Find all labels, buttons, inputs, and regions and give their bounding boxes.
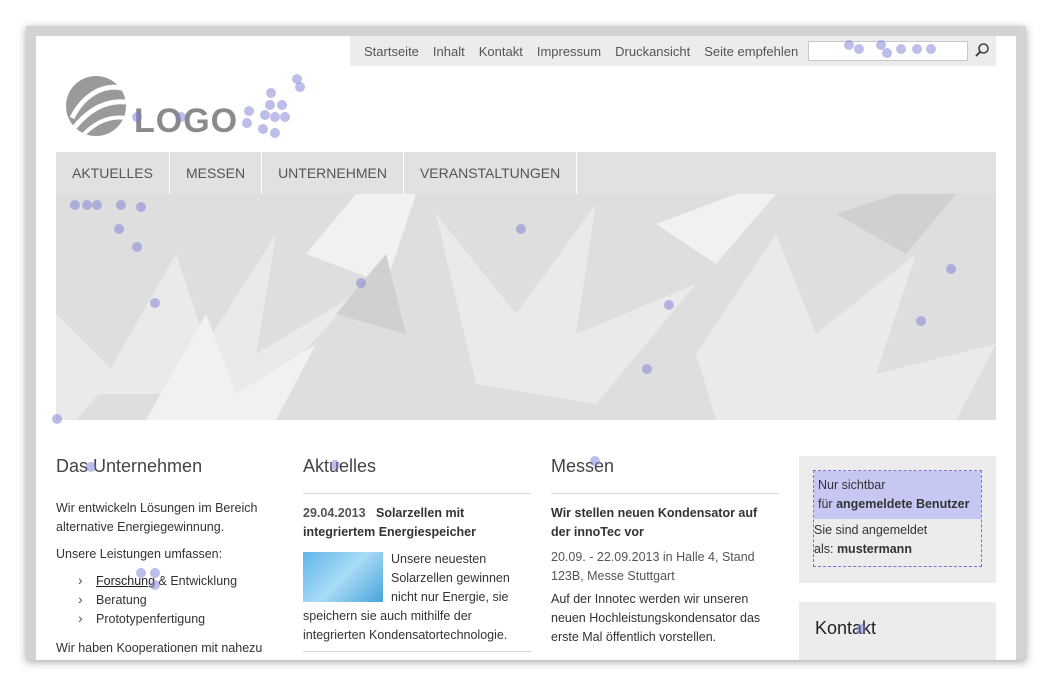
overlay-dot bbox=[856, 624, 866, 634]
forschung-link[interactable]: Forschung bbox=[96, 574, 155, 588]
divider bbox=[303, 651, 531, 652]
overlay-dot bbox=[844, 40, 854, 50]
list-item: Beratung bbox=[56, 590, 276, 610]
leaf-pattern-image bbox=[56, 194, 996, 420]
kontakt-heading: Kontakt bbox=[815, 618, 877, 638]
logo-leaf-icon bbox=[66, 76, 127, 136]
login-status: Sie sind angemeldet als: mustermann bbox=[814, 519, 981, 559]
restricted-box: Nur sichtbar für angemeldete Benutzer Si… bbox=[799, 456, 996, 583]
restricted-line1: Nur sichtbar bbox=[818, 478, 886, 492]
meta-nav-inhalt[interactable]: Inhalt bbox=[433, 44, 465, 59]
username: mustermann bbox=[836, 542, 912, 556]
main-nav-messen[interactable]: MESSEN bbox=[170, 152, 263, 194]
divider bbox=[303, 493, 531, 494]
overlay-dot bbox=[136, 568, 146, 578]
overlay-dot bbox=[926, 44, 936, 54]
overlay-dot bbox=[150, 580, 160, 590]
meta-nav-seite-empfehlen[interactable]: Seite empfehlen bbox=[704, 44, 798, 59]
page: Startseite Inhalt Kontakt Impressum Druc… bbox=[36, 36, 1016, 660]
username-prefix: als: bbox=[814, 542, 837, 556]
main-nav-veranstaltungen[interactable]: VERANSTALTUNGEN bbox=[404, 152, 578, 194]
meta-nav-druckansicht[interactable]: Druckansicht bbox=[615, 44, 690, 59]
header-banner-image bbox=[56, 194, 996, 420]
login-line: Sie sind angemeldet bbox=[814, 523, 928, 537]
restricted-notice: Nur sichtbar für angemeldete Benutzer bbox=[814, 471, 981, 519]
overlay-dot bbox=[330, 460, 340, 470]
messen-column: Messen Wir stellen neuen Kondensator auf… bbox=[551, 456, 779, 647]
list-item-text: & Entwicklung bbox=[155, 574, 238, 588]
main-navigation: AKTUELLES MESSEN UNTERNEHMEN VERANSTALTU… bbox=[56, 152, 996, 194]
messen-title[interactable]: Wir stellen neuen Kondensator auf der in… bbox=[551, 504, 779, 542]
main-nav-unternehmen[interactable]: UNTERNEHMEN bbox=[262, 152, 404, 194]
list-item: Prototypenfertigung bbox=[56, 609, 276, 629]
leistungen-list: Forschung & Entwicklung Beratung Prototy… bbox=[56, 571, 276, 629]
overlay-dot bbox=[896, 44, 906, 54]
restricted-line2: für angemeldete Benutzer bbox=[818, 495, 977, 514]
overlay-dot bbox=[882, 48, 892, 58]
logo-text: LOGO bbox=[134, 102, 239, 140]
unternehmen-footer-text: Wir haben Kooperationen mit nahezu bbox=[56, 641, 263, 655]
unternehmen-column: Das Unternehmen Wir entwickeln Lösungen … bbox=[56, 456, 276, 658]
unternehmen-intro: Wir entwickeln Lösungen im Bereich alter… bbox=[56, 501, 258, 534]
divider bbox=[551, 493, 779, 494]
news-body: Unsere neuesten Solarzellen gewinnen nic… bbox=[303, 550, 531, 645]
overlay-dot bbox=[912, 44, 922, 54]
news-thumbnail[interactable] bbox=[303, 552, 383, 602]
leistungen-label: Unsere Leistungen umfassen: bbox=[56, 547, 223, 561]
messen-heading: Messen bbox=[551, 456, 615, 476]
kontakt-box: Kontakt bbox=[799, 602, 996, 660]
overlay-dot bbox=[854, 44, 864, 54]
restricted-bold: angemeldete Benutzer bbox=[836, 497, 970, 511]
overlay-dot bbox=[86, 462, 96, 472]
overlay-dot bbox=[590, 456, 600, 466]
main-nav-aktuelles[interactable]: AKTUELLES bbox=[56, 152, 170, 194]
aktuelles-column: Aktuelles 29.04.2013 Solarzellen mit int… bbox=[303, 456, 531, 660]
list-item: Forschung & Entwicklung bbox=[56, 571, 276, 591]
meta-nav-impressum[interactable]: Impressum bbox=[537, 44, 601, 59]
restricted-prefix: für bbox=[818, 497, 837, 511]
overlay-dot bbox=[52, 414, 62, 424]
meta-nav-kontakt[interactable]: Kontakt bbox=[479, 44, 523, 59]
username-line: als: mustermann bbox=[814, 540, 981, 559]
overlay-dot bbox=[150, 568, 160, 578]
search-icon[interactable] bbox=[974, 42, 990, 58]
messen-text: Auf der Innotec werden wir unseren neuen… bbox=[551, 592, 761, 644]
meta-nav-startseite[interactable]: Startseite bbox=[364, 44, 419, 59]
restricted-content: Nur sichtbar für angemeldete Benutzer Si… bbox=[813, 470, 982, 567]
news-date: 29.04.2013 bbox=[303, 506, 366, 520]
messen-meta: 20.09. - 22.09.2013 in Halle 4, Stand 12… bbox=[551, 550, 755, 583]
news-title[interactable]: 29.04.2013 Solarzellen mit integriertem … bbox=[303, 504, 531, 542]
